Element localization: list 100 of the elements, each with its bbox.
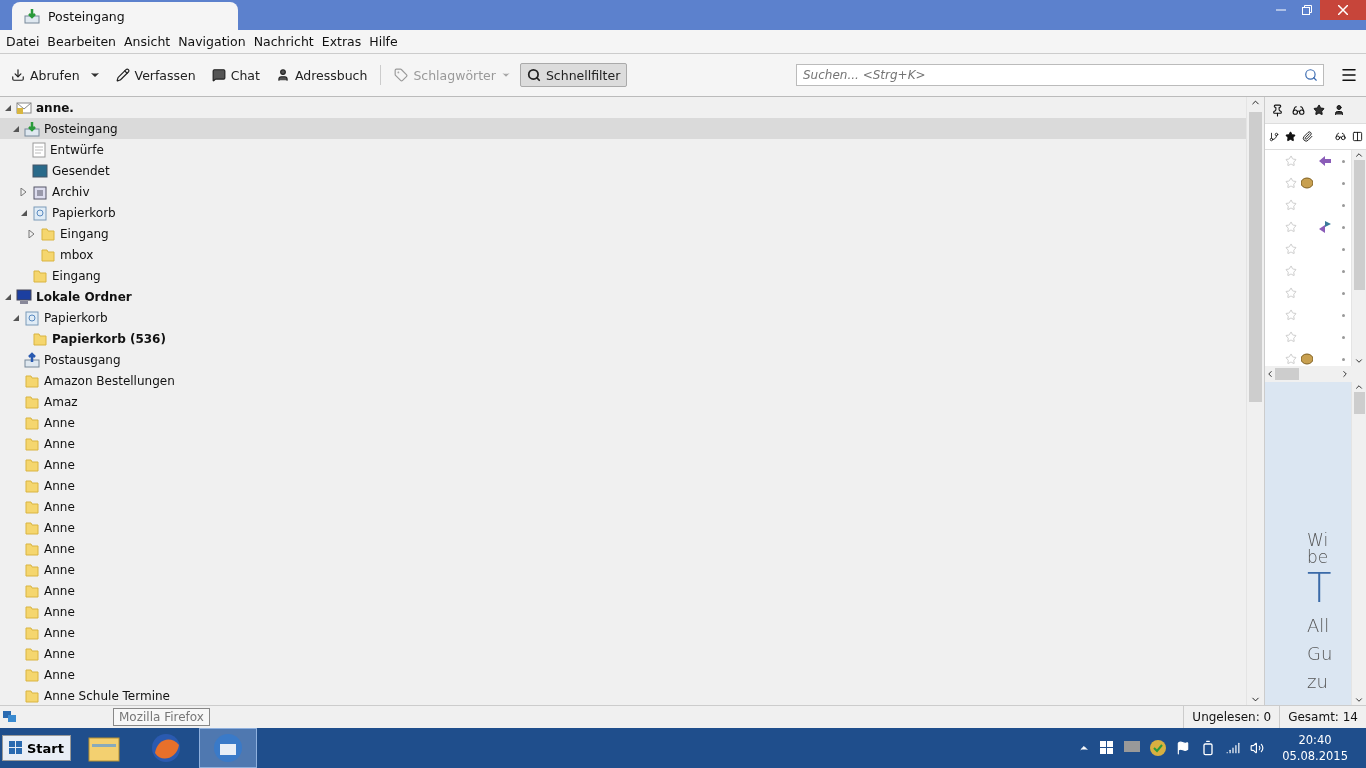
menu-item[interactable]: Ansicht [120,34,175,49]
scrollbar-thumb[interactable] [1249,112,1262,402]
folder-row[interactable]: Anne [0,643,1246,664]
folder-row[interactable]: Papierkorb (536) [0,328,1246,349]
collapse-icon[interactable] [12,124,20,133]
read-dot[interactable] [1342,225,1345,229]
pin-icon[interactable] [1271,103,1284,117]
folder-row[interactable]: Eingang [0,265,1246,286]
toolbar-button[interactable]: Chat [204,63,267,87]
scroll-down-icon[interactable] [1354,695,1364,705]
scrollbar[interactable] [1351,150,1366,366]
start-button[interactable]: Start [2,735,71,761]
horizontal-scrollbar[interactable] [1265,366,1366,382]
inbox-icon [24,8,40,24]
glasses-icon[interactable] [1292,103,1305,117]
folder-row[interactable]: Anne [0,496,1246,517]
collapse-icon[interactable] [4,292,12,301]
menu-item[interactable]: Datei [2,34,44,49]
glasses-icon[interactable] [1335,131,1346,142]
signal-icon[interactable] [1226,741,1241,755]
read-dot[interactable] [1342,181,1345,185]
close-icon [1338,5,1348,15]
read-dot[interactable] [1342,291,1345,295]
scrollbar-thumb[interactable] [1353,160,1365,290]
scroll-right-icon[interactable] [1340,369,1350,379]
folder-row[interactable]: Posteingang [0,118,1246,139]
folder-row[interactable]: Anne [0,454,1246,475]
folder-label: Anne [44,415,75,430]
folder-row[interactable]: Anne [0,622,1246,643]
star-icon[interactable] [1285,131,1296,142]
folder-row[interactable]: Lokale Ordner [0,286,1246,307]
folder-row[interactable]: Papierkorb [0,307,1246,328]
folder-row[interactable]: Anne [0,664,1246,685]
collapse-icon[interactable] [20,208,28,217]
folder-label: Eingang [60,226,109,241]
window-tab[interactable]: Posteingang [12,2,238,30]
read-dot[interactable] [1342,313,1345,317]
folder-row[interactable]: mbox [0,244,1246,265]
folder-row[interactable]: Anne [0,580,1246,601]
read-dot[interactable] [1342,159,1345,163]
toolbar-button[interactable]: Adressbuch [268,63,375,87]
scroll-down-icon[interactable] [1354,356,1364,366]
clock[interactable]: 20:40 05.08.2015 [1274,732,1356,764]
scrollbar[interactable] [1351,382,1366,705]
folder-row[interactable]: Eingang [0,223,1246,244]
search-field[interactable]: Suchen... <Strg+K> [796,64,1324,86]
folder-row[interactable]: Papierkorb [0,202,1246,223]
toolbar-button[interactable]: Abrufen [4,63,87,87]
column-picker-icon[interactable] [1352,131,1363,142]
folder-row[interactable]: Amaz [0,391,1246,412]
read-dot[interactable] [1342,203,1345,207]
scrollbar-thumb[interactable] [1353,392,1365,414]
scroll-left-icon[interactable] [1265,369,1275,379]
folder-row[interactable]: Postausgang [0,349,1246,370]
person-icon[interactable] [1333,104,1345,116]
folder-icon [32,330,48,347]
speaker-icon[interactable] [1250,741,1265,755]
folder-row[interactable]: Anne [0,601,1246,622]
folder-row[interactable]: anne. [0,97,1246,118]
read-dot[interactable] [1342,335,1345,339]
read-dot[interactable] [1342,269,1345,273]
scrollbar[interactable] [1246,97,1264,705]
folder-row[interactable]: Anne Schule Termine [0,685,1246,705]
flag-icon[interactable] [1176,741,1191,755]
toolbar-button[interactable]: Verfassen [108,63,203,87]
read-dot[interactable] [1342,247,1345,251]
folder-row[interactable]: Entwürfe [0,139,1246,160]
menu-item[interactable]: Bearbeiten [43,34,121,49]
menu-item[interactable]: Extras [317,34,366,49]
menu-icon[interactable] [1340,66,1358,84]
scroll-up-icon[interactable] [1354,382,1364,392]
monitor-icon[interactable] [1124,741,1141,755]
folder-row[interactable]: Amazon Bestellungen [0,370,1246,391]
check-icon[interactable] [1150,740,1167,756]
folder-label: Anne [44,541,75,556]
folder-row[interactable]: Anne [0,559,1246,580]
close-button[interactable] [1320,0,1366,20]
menu-item[interactable]: Navigation [174,34,250,49]
star-icon[interactable] [1313,104,1325,116]
toolbar-button[interactable]: Schnellfilter [519,63,628,87]
folder-row[interactable]: Anne [0,412,1246,433]
folder-row[interactable]: Archiv [0,181,1246,202]
download-icon [11,68,25,82]
thread-icon[interactable] [1269,131,1279,142]
folder-row[interactable]: Anne [0,538,1246,559]
folder-row[interactable]: Gesendet [0,160,1246,181]
windows-icon[interactable] [1100,741,1115,755]
folder-icon [24,687,40,704]
expand-icon[interactable] [20,187,28,196]
expand-icon[interactable] [28,229,36,238]
menu-item[interactable]: Hilfe [365,34,402,49]
menu-item[interactable]: Nachricht [249,34,318,49]
read-dot[interactable] [1342,357,1345,361]
taskbar-app[interactable] [199,728,257,768]
scroll-up-icon[interactable] [1354,150,1364,160]
folder-row[interactable]: Anne [0,433,1246,454]
folder-row[interactable]: Anne [0,517,1246,538]
folder-row[interactable]: Anne [0,475,1246,496]
collapse-icon[interactable] [12,313,20,322]
collapse-icon[interactable] [4,103,12,112]
